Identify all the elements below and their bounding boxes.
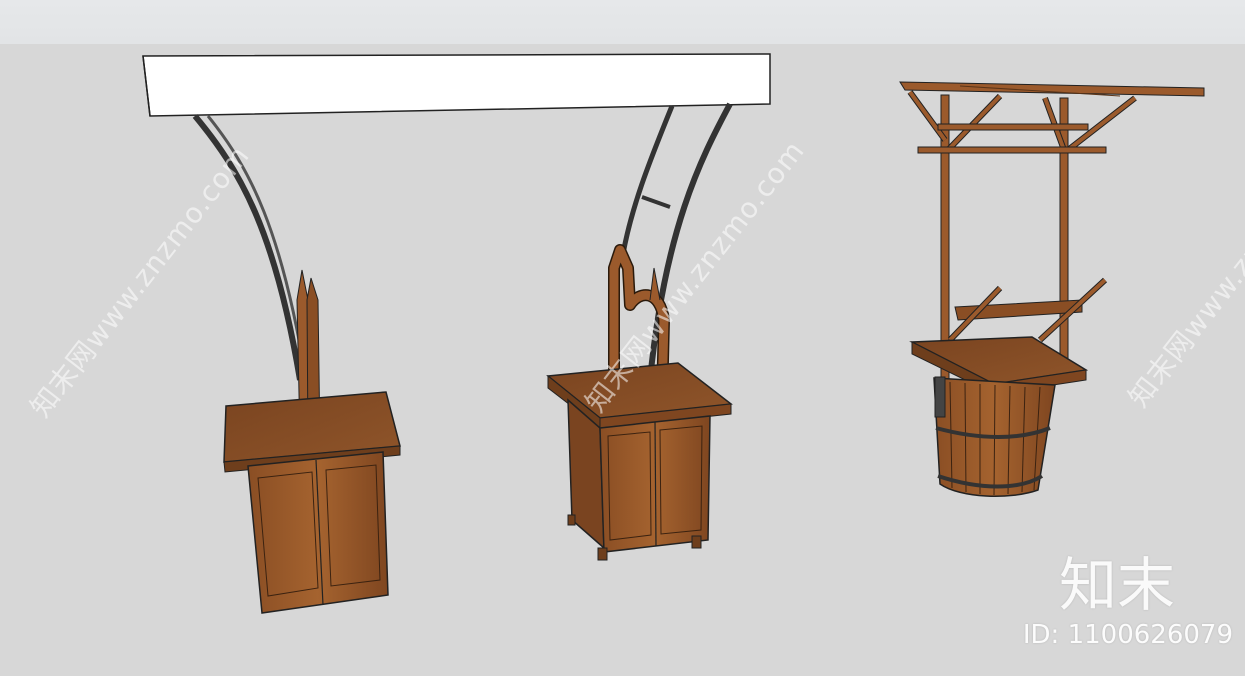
- brand-logo-text: 知末: [1058, 551, 1175, 619]
- cabinet-body-left: [247, 451, 389, 614]
- canopy-roof: [899, 81, 1205, 97]
- sign-board: [142, 53, 771, 117]
- barrel-stall: [899, 81, 1205, 497]
- model-id-label: ID: 1100626079: [1022, 620, 1233, 650]
- middle-cabinet: [546, 244, 733, 561]
